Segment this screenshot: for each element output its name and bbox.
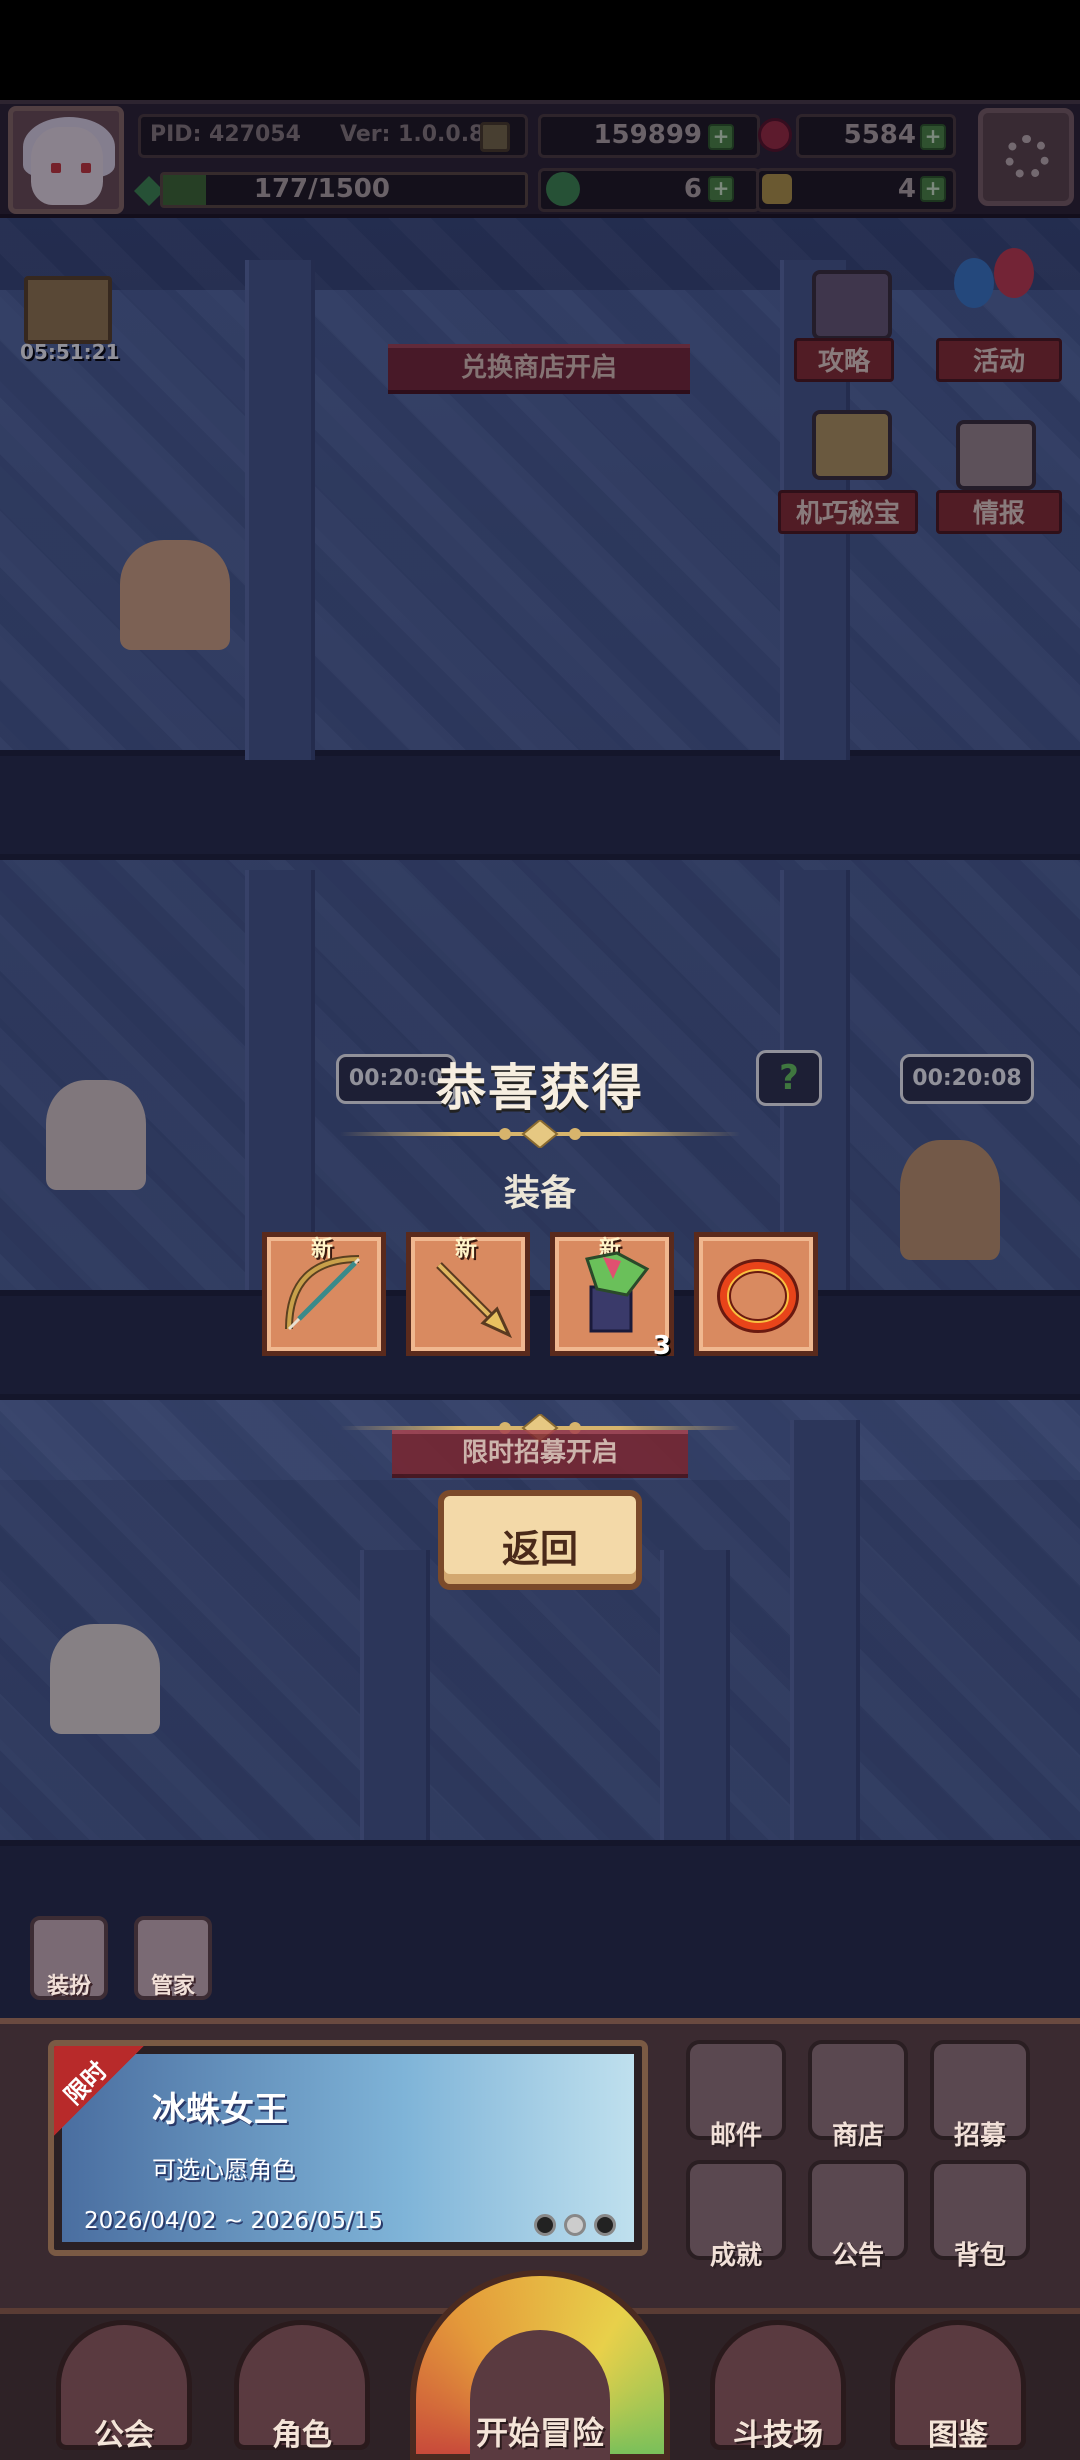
limited-label: 限时 xyxy=(58,2056,113,2111)
carousel-dot[interactable] xyxy=(534,2214,556,2236)
arrow-icon xyxy=(436,1262,513,1339)
status-bar xyxy=(0,0,1080,100)
nav-codex-label: 图鉴 xyxy=(928,2418,988,2453)
ornament-icon xyxy=(499,1120,581,1148)
reward-item-bow[interactable]: 新 xyxy=(262,1232,386,1356)
shop-button[interactable]: 商店 xyxy=(808,2040,908,2151)
recruit-button[interactable]: 招募 xyxy=(930,2040,1030,2151)
recruit-label: 招募 xyxy=(953,2121,1006,2151)
reward-item-arrow[interactable]: 新 xyxy=(406,1232,530,1356)
shop-label: 商店 xyxy=(831,2121,884,2151)
butler-label: 管家 xyxy=(150,1974,195,1999)
game-screen: PID: 427054 Ver: 1.0.0.8 159899 + 5584 +… xyxy=(0,0,1080,2460)
event-banner[interactable]: 限时 冰蛛女王 可选心愿角色 2026/04/02 ~ 2026/05/15 xyxy=(48,2040,648,2256)
event-title: 冰蛛女王 xyxy=(152,2090,288,2130)
limited-badge: 限时 xyxy=(54,2046,144,2136)
event-date: 2026/04/02 ~ 2026/05/15 xyxy=(84,2208,384,2234)
nav-character[interactable]: 角色 xyxy=(224,2310,380,2458)
butler-button[interactable]: 管家 xyxy=(134,1916,212,2000)
outfit-icon xyxy=(585,1251,650,1333)
reward-item-ring[interactable] xyxy=(694,1232,818,1356)
nav-codex[interactable]: 图鉴 xyxy=(880,2310,1036,2458)
nav-arena[interactable]: 斗技场 xyxy=(700,2310,856,2458)
recruit-banner: 限时招募开启 xyxy=(392,1430,688,1478)
mail-label: 邮件 xyxy=(709,2121,762,2151)
achievement-label: 成就 xyxy=(709,2241,762,2271)
notice-button[interactable]: 公告 xyxy=(808,2160,908,2271)
carousel-dot[interactable] xyxy=(594,2214,616,2236)
nav-guild-label: 公会 xyxy=(94,2418,154,2453)
bag-button[interactable]: 背包 xyxy=(930,2160,1030,2271)
carousel-dots[interactable] xyxy=(534,2214,634,2238)
achievement-button[interactable]: 成就 xyxy=(686,2160,786,2271)
start-adventure-button[interactable]: 开始冒险 xyxy=(410,2270,670,2460)
dress-up-label: 装扮 xyxy=(46,1974,91,1999)
reward-item-outfit[interactable]: 新 3 xyxy=(550,1232,674,1361)
dress-up-button[interactable]: 装扮 xyxy=(30,1916,108,2000)
notice-label: 公告 xyxy=(831,2241,884,2271)
mail-button[interactable]: 邮件 xyxy=(686,2040,786,2151)
carousel-dot-active[interactable] xyxy=(564,2214,586,2236)
start-adventure-label: 开始冒险 xyxy=(475,2414,604,2452)
event-subtitle: 可选心愿角色 xyxy=(152,2156,296,2184)
nav-guild[interactable]: 公会 xyxy=(46,2310,202,2458)
nav-character-label: 角色 xyxy=(272,2418,332,2453)
reward-title: 恭喜获得 xyxy=(436,1059,644,1117)
back-button-label: 返回 xyxy=(501,1527,578,1571)
item-count: 3 xyxy=(652,1331,671,1361)
nav-arena-label: 斗技场 xyxy=(733,2418,823,2453)
bag-label: 背包 xyxy=(953,2241,1006,2271)
back-button[interactable]: 返回 xyxy=(438,1490,642,1590)
bow-icon xyxy=(285,1255,361,1331)
ring-icon xyxy=(717,1259,799,1333)
reward-category: 装备 xyxy=(503,1173,576,1214)
